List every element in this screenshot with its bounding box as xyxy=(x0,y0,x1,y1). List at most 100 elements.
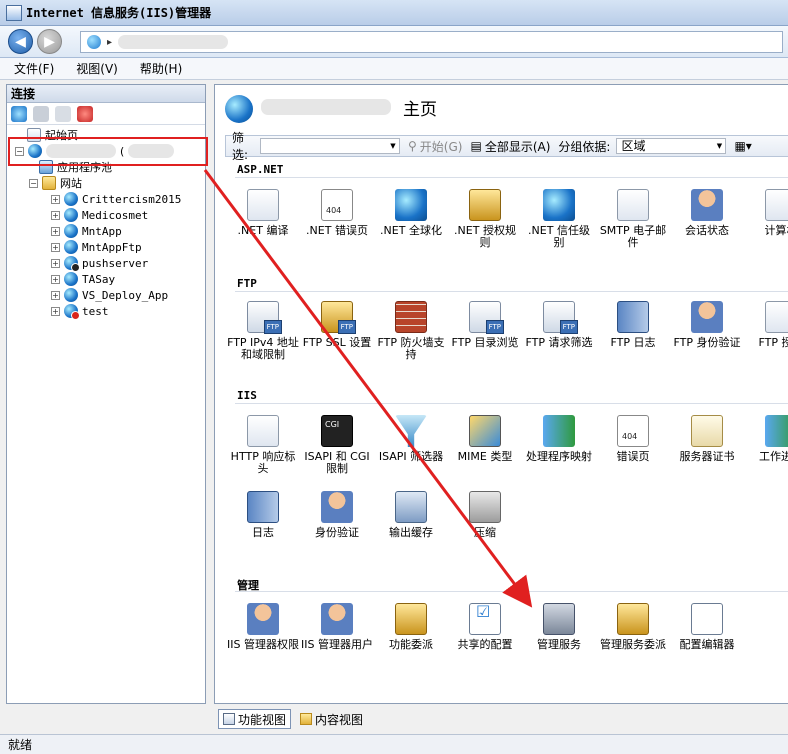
cgi-icon xyxy=(321,415,353,447)
view-mode-icon[interactable]: ▦▾ xyxy=(734,139,751,153)
feature-net-error-pages[interactable]: .NET 错误页 xyxy=(301,189,373,237)
feature-session-state[interactable]: 会话状态 xyxy=(671,189,743,237)
feature-worker-processes[interactable]: 工作进程 xyxy=(745,415,788,463)
save-icon[interactable] xyxy=(33,105,49,122)
section-iis-title: IIS xyxy=(237,389,257,402)
delegation-icon xyxy=(395,603,427,635)
globe-icon xyxy=(64,192,78,206)
feature-ftp-directory-browsing[interactable]: FTP 目录浏览 xyxy=(449,301,521,349)
feature-ftp-authentication[interactable]: FTP 身份验证 xyxy=(671,301,743,349)
feature-handler-mappings[interactable]: 处理程序映射 xyxy=(523,415,595,463)
ftp-filter-icon xyxy=(543,301,578,334)
address-field[interactable]: ▸ xyxy=(80,31,783,53)
tree-item-site[interactable]: + pushserver xyxy=(51,255,148,272)
feature-logging[interactable]: 日志 xyxy=(227,491,299,539)
manager-permissions-icon xyxy=(247,603,279,635)
feature-ftp-ssl[interactable]: FTP SSL 设置 xyxy=(301,301,373,349)
connections-header: 连接 xyxy=(7,85,205,103)
feature-machine-key[interactable]: 计算机 xyxy=(745,189,788,237)
menu-help[interactable]: 帮助(H) xyxy=(140,60,182,77)
tree-item-sites[interactable]: − 网站 xyxy=(29,175,82,191)
feature-output-caching[interactable]: 输出缓存 xyxy=(375,491,447,539)
ftp-browse-icon xyxy=(469,301,504,334)
tab-content-view[interactable]: 内容视图 xyxy=(295,709,368,729)
filter-bar: 筛选: ▼ ⚲ 开始(G) ▤ 全部显示(A) 分组依据: 区域 ▼ ▦▾ xyxy=(225,131,788,162)
dropdown-arrow-icon[interactable]: ▼ xyxy=(388,140,398,152)
tab-features-view[interactable]: 功能视图 xyxy=(218,709,292,729)
tree-item-site[interactable]: + test xyxy=(51,303,109,320)
tree-item-site[interactable]: + TASay xyxy=(51,271,115,287)
feature-management-service-delegation[interactable]: 管理服务委派 xyxy=(597,603,669,651)
globe-icon xyxy=(64,272,78,286)
back-arrow-icon[interactable]: ◀ xyxy=(8,29,33,54)
feature-iis-manager-users[interactable]: IIS 管理器用户 xyxy=(301,603,373,651)
expand-icon[interactable]: + xyxy=(51,194,60,204)
show-all-button[interactable]: ▤ 全部显示(A) xyxy=(470,138,550,155)
collapse-icon[interactable]: − xyxy=(29,178,38,188)
up-icon[interactable] xyxy=(55,105,71,122)
feature-ftp-firewall[interactable]: FTP 防火墙支持 xyxy=(375,301,447,361)
feature-error-pages[interactable]: 错误页 xyxy=(597,415,669,463)
authentication-icon xyxy=(321,491,353,523)
feature-net-compilation[interactable]: .NET 编译 xyxy=(227,189,299,237)
expand-icon[interactable]: + xyxy=(51,290,60,300)
tree-item-site[interactable]: + Crittercism2015 xyxy=(51,191,181,207)
feature-ftp-authorization[interactable]: FTP 授权 xyxy=(745,301,788,349)
redacted-server-name xyxy=(261,99,391,115)
feature-smtp-email[interactable]: SMTP 电子邮件 xyxy=(597,189,669,249)
feature-configuration-editor[interactable]: 配置编辑器 xyxy=(671,603,743,651)
feature-ftp-logging[interactable]: FTP 日志 xyxy=(597,301,669,349)
highlight-rectangle xyxy=(8,137,208,166)
feature-server-certificates[interactable]: 服务器证书 xyxy=(671,415,743,463)
feature-http-response-headers[interactable]: HTTP 响应标头 xyxy=(227,415,299,475)
section-divider xyxy=(235,177,788,178)
tree-item-site[interactable]: + VS_Deploy_App xyxy=(51,287,168,303)
feature-ftp-ip-restrictions[interactable]: FTP IPv4 地址和域限制 xyxy=(227,301,299,361)
content-view-icon xyxy=(300,713,313,725)
feature-compression[interactable]: 压缩 xyxy=(449,491,521,539)
forward-arrow-icon[interactable]: ▶ xyxy=(37,29,62,54)
menu-view[interactable]: 视图(V) xyxy=(76,60,118,77)
expand-icon[interactable]: + xyxy=(51,274,60,284)
expand-icon[interactable]: + xyxy=(51,210,60,220)
error-page-icon xyxy=(321,189,353,221)
start-button[interactable]: ⚲ 开始(G) xyxy=(408,138,462,155)
feature-isapi-cgi-restrictions[interactable]: ISAPI 和 CGI 限制 xyxy=(301,415,373,475)
output-cache-icon xyxy=(395,491,427,523)
certificate-icon xyxy=(691,415,723,447)
section-divider xyxy=(235,591,788,592)
feature-iis-manager-permissions[interactable]: IIS 管理器权限 xyxy=(227,603,299,651)
group-by-select[interactable]: 区域 ▼ xyxy=(616,138,727,154)
disconnect-icon[interactable] xyxy=(77,105,93,122)
feature-mime-types[interactable]: MIME 类型 xyxy=(449,415,521,463)
server-icon xyxy=(87,35,101,49)
section-divider xyxy=(235,291,788,292)
expand-icon[interactable]: + xyxy=(51,258,60,268)
feature-net-globalization[interactable]: .NET 全球化 xyxy=(375,189,447,237)
machine-key-icon xyxy=(765,189,788,221)
feature-management-service[interactable]: 管理服务 xyxy=(523,603,595,651)
tree-item-site[interactable]: + Medicosmet xyxy=(51,207,148,223)
filter-input[interactable]: ▼ xyxy=(260,138,400,154)
feature-ftp-request-filtering[interactable]: FTP 请求筛选 xyxy=(523,301,595,349)
expand-icon[interactable]: + xyxy=(51,242,60,252)
group-by-label: 分组依据: xyxy=(558,139,611,154)
tree-item-site[interactable]: + MntApp xyxy=(51,223,122,239)
connect-icon[interactable] xyxy=(11,105,27,122)
feature-authentication[interactable]: 身份验证 xyxy=(301,491,373,539)
feature-net-authorization[interactable]: .NET 授权规则 xyxy=(449,189,521,249)
lock-icon xyxy=(469,189,501,221)
http-headers-icon xyxy=(247,415,279,447)
menu-file[interactable]: 文件(F) xyxy=(14,60,54,77)
dropdown-arrow-icon[interactable]: ▼ xyxy=(714,140,724,152)
globe-icon xyxy=(64,208,78,222)
feature-isapi-filters[interactable]: ISAPI 筛选器 xyxy=(375,415,447,463)
tree-item-site[interactable]: + MntAppFtp xyxy=(51,239,142,255)
feature-shared-configuration[interactable]: 共享的配置 xyxy=(449,603,521,651)
expand-icon[interactable]: + xyxy=(51,306,60,316)
feature-net-trust-levels[interactable]: .NET 信任级别 xyxy=(523,189,595,249)
features-view-icon xyxy=(223,713,235,725)
expand-icon[interactable]: + xyxy=(51,226,60,236)
feature-delegation[interactable]: 功能委派 xyxy=(375,603,447,651)
handler-mapping-icon xyxy=(543,415,575,447)
